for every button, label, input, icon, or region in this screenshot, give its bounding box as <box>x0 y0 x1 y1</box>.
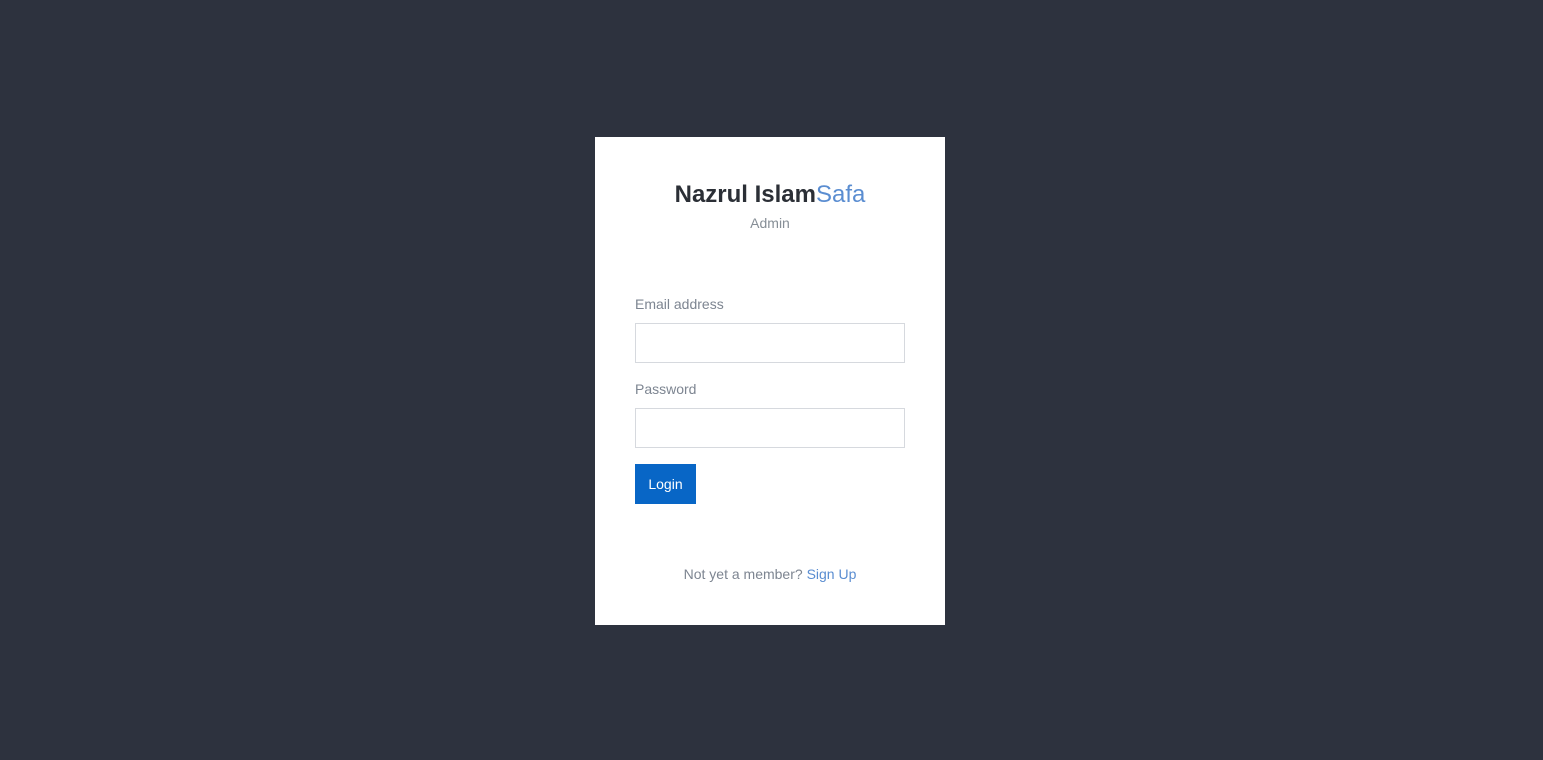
signup-prompt-text: Not yet a member? <box>683 566 803 582</box>
brand-name-bold: Nazrul Islam <box>674 181 816 208</box>
brand-name-accent: Safa <box>816 181 866 208</box>
brand-logo: Nazrul IslamSafa <box>595 181 945 209</box>
email-field[interactable] <box>635 323 905 363</box>
password-label: Password <box>635 381 697 397</box>
password-field[interactable] <box>635 408 905 448</box>
brand-subtitle: Admin <box>750 215 790 231</box>
email-label: Email address <box>635 296 724 312</box>
signup-prompt: Not yet a member? Sign Up <box>595 566 945 582</box>
login-button[interactable]: Login <box>635 464 696 504</box>
signup-link[interactable]: Sign Up <box>807 566 857 582</box>
login-card: Nazrul IslamSafa Admin Email address Pas… <box>595 137 945 625</box>
